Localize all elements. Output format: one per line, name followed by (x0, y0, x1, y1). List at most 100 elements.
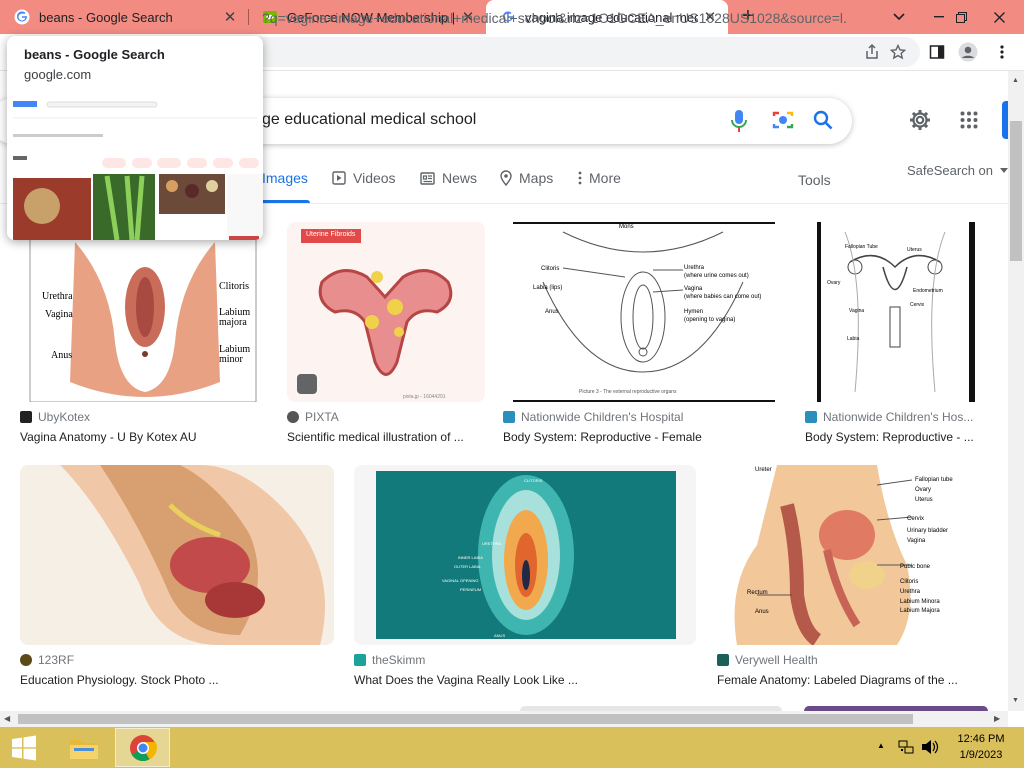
diagram-label: Labium Majora (900, 608, 940, 614)
diagram-label: Uterus (907, 247, 922, 253)
bookmark-star-icon[interactable] (888, 42, 908, 62)
result-image[interactable]: Ureter Fallopian tube Ovary Uterus Cervi… (717, 465, 989, 645)
nationwide-icon (805, 411, 817, 423)
source-name: PIXTA (305, 410, 339, 424)
result-caption[interactable]: Scientific medical illustration of ... (287, 430, 464, 444)
result-caption[interactable]: What Does the Vagina Really Look Like ..… (354, 673, 578, 687)
diagram-label: Anus (51, 350, 73, 361)
volume-icon[interactable] (921, 739, 939, 755)
gear-icon[interactable] (908, 108, 932, 132)
diagram-label: Cervix (907, 516, 925, 522)
ubykotex-icon (20, 411, 32, 423)
nationwide-icon (503, 411, 515, 423)
diagram-label: OUTER LABIA (454, 564, 481, 569)
tab-news[interactable]: News (420, 170, 477, 186)
side-panel-icon[interactable] (927, 42, 947, 62)
diagram-label: Vagina (849, 308, 865, 314)
restore-icon[interactable] (944, 0, 978, 34)
kebab-menu-icon[interactable] (992, 42, 1012, 62)
search-input[interactable]: ge educational medical school (262, 111, 476, 129)
diagram-label: Pubic bone (900, 564, 931, 570)
diagram-label: Urethra (42, 291, 73, 302)
tab-label: More (589, 170, 621, 186)
network-icon[interactable] (898, 739, 914, 755)
chrome-taskbar-button[interactable] (115, 728, 170, 767)
result-source[interactable]: theSkimm (354, 653, 425, 667)
result-image[interactable]: Uterine Fibroids pixta.jp - 16044291 (287, 222, 485, 402)
tab-search-chevron-icon[interactable] (882, 0, 916, 34)
tab-maps[interactable]: Maps (500, 170, 553, 186)
scroll-down-arrow-icon[interactable]: ▼ (1012, 697, 1019, 704)
hover-thumbnail (7, 96, 263, 240)
tools-button[interactable]: Tools (798, 172, 831, 188)
close-window-icon[interactable] (982, 0, 1016, 34)
start-button[interactable] (0, 728, 48, 767)
scroll-right-arrow-icon[interactable]: ▶ (994, 714, 1000, 723)
scrollbar-thumb[interactable] (1010, 121, 1022, 261)
source-name: theSkimm (372, 653, 426, 667)
result-image[interactable]: Mons Clitoris Labia (lips) Anus Urethra … (503, 222, 785, 402)
image-result-kotex[interactable]: Urethra Vagina Anus Clitoris Labium majo… (20, 222, 268, 452)
url-text[interactable]: ?q=vagina+image+educational+medical+scho… (262, 10, 846, 26)
result-source[interactable]: 123RF (20, 653, 74, 667)
source-name: 123RF (38, 653, 75, 667)
image-result-verywell[interactable]: Ureter Fallopian tube Ovary Uterus Cervi… (717, 465, 989, 695)
search-icon[interactable] (813, 110, 833, 130)
diagram-label: Rectum (747, 590, 768, 596)
result-source[interactable]: Nationwide Children's Hospital (503, 410, 683, 424)
tab-beans[interactable]: beans - Google Search ✕ (0, 0, 248, 34)
result-image[interactable]: CLITORIS URETHRA INNER LABIA OUTER LABIA… (354, 465, 696, 645)
result-caption[interactable]: Female Anatomy: Labeled Diagrams of the … (717, 673, 958, 687)
scrollbar-thumb[interactable] (18, 714, 913, 724)
close-icon[interactable]: ✕ (218, 8, 242, 26)
diagram-label: Clitoris (541, 266, 560, 272)
show-hidden-icons-icon[interactable]: ▲ (877, 741, 885, 750)
tab-title: beans - Google Search (39, 9, 173, 25)
lens-camera-icon[interactable] (771, 109, 795, 131)
tab-more[interactable]: More (578, 170, 621, 186)
horizontal-scrollbar[interactable]: ◀ ▶ (0, 711, 1008, 727)
diagram-label: (where urine comes out) (684, 273, 749, 279)
diagram-label: Uterus (915, 497, 933, 503)
result-caption[interactable]: Vagina Anatomy - U By Kotex AU (20, 430, 197, 444)
diagram-caption: Picture 3 - The external reproductive or… (579, 389, 677, 395)
result-source[interactable]: Verywell Health (717, 653, 818, 667)
share-icon[interactable] (862, 42, 882, 62)
apps-grid-icon[interactable] (960, 111, 978, 129)
scroll-up-arrow-icon[interactable]: ▲ (1012, 77, 1019, 84)
image-result-theskimm[interactable]: CLITORIS URETHRA INNER LABIA OUTER LABIA… (354, 465, 696, 695)
result-source[interactable]: UbyKotex (20, 410, 90, 424)
image-result-123rf[interactable]: 123RF Education Physiology. Stock Photo … (20, 465, 334, 695)
result-caption[interactable]: Body System: Reproductive - Female (503, 430, 702, 444)
chrome-icon (129, 734, 157, 761)
folder-icon (69, 739, 98, 759)
result-image[interactable]: Urethra Vagina Anus Clitoris Labium majo… (20, 222, 268, 402)
safesearch-toggle[interactable]: SafeSearch on (907, 163, 1009, 178)
tab-label: Videos (353, 170, 396, 186)
theskimm-icon (354, 654, 366, 666)
source-name: Verywell Health (735, 653, 818, 667)
image-result-nationwide-1[interactable]: Mons Clitoris Labia (lips) Anus Urethra … (503, 222, 785, 452)
file-explorer-button[interactable] (56, 728, 111, 767)
image-result-pixta[interactable]: Uterine Fibroids pixta.jp - 16044291 PIX… (287, 222, 485, 452)
result-image[interactable]: Fallopian Tube Uterus Ovary Endometrium … (805, 222, 987, 402)
diagram-label: Labium minor (219, 344, 251, 365)
tab-images[interactable]: Images (262, 170, 308, 186)
result-source[interactable]: Nationwide Children's Hos... (805, 410, 973, 424)
profile-avatar-icon[interactable] (958, 42, 978, 62)
vertical-scrollbar[interactable]: ▲ ▼ (1008, 71, 1024, 711)
result-caption[interactable]: Education Physiology. Stock Photo ... (20, 673, 219, 687)
result-caption[interactable]: Body System: Reproductive - ... (805, 430, 974, 444)
tab-videos[interactable]: Videos (332, 170, 396, 186)
scroll-left-arrow-icon[interactable]: ◀ (4, 714, 10, 723)
source-name: Nationwide Children's Hospital (521, 410, 684, 424)
system-clock[interactable]: 12:46 PM 1/9/2023 (948, 731, 1014, 763)
result-source[interactable]: PIXTA (287, 410, 339, 424)
image-result-nationwide-2[interactable]: Fallopian Tube Uterus Ovary Endometrium … (805, 222, 987, 452)
safesearch-label: SafeSearch on (907, 163, 994, 178)
diagram-label: Labium Minora (900, 599, 940, 605)
result-image[interactable] (20, 465, 334, 645)
source-name: UbyKotex (38, 410, 91, 424)
diagram-label: VAGINAL OPENING (442, 578, 479, 583)
microphone-icon[interactable] (730, 109, 748, 133)
